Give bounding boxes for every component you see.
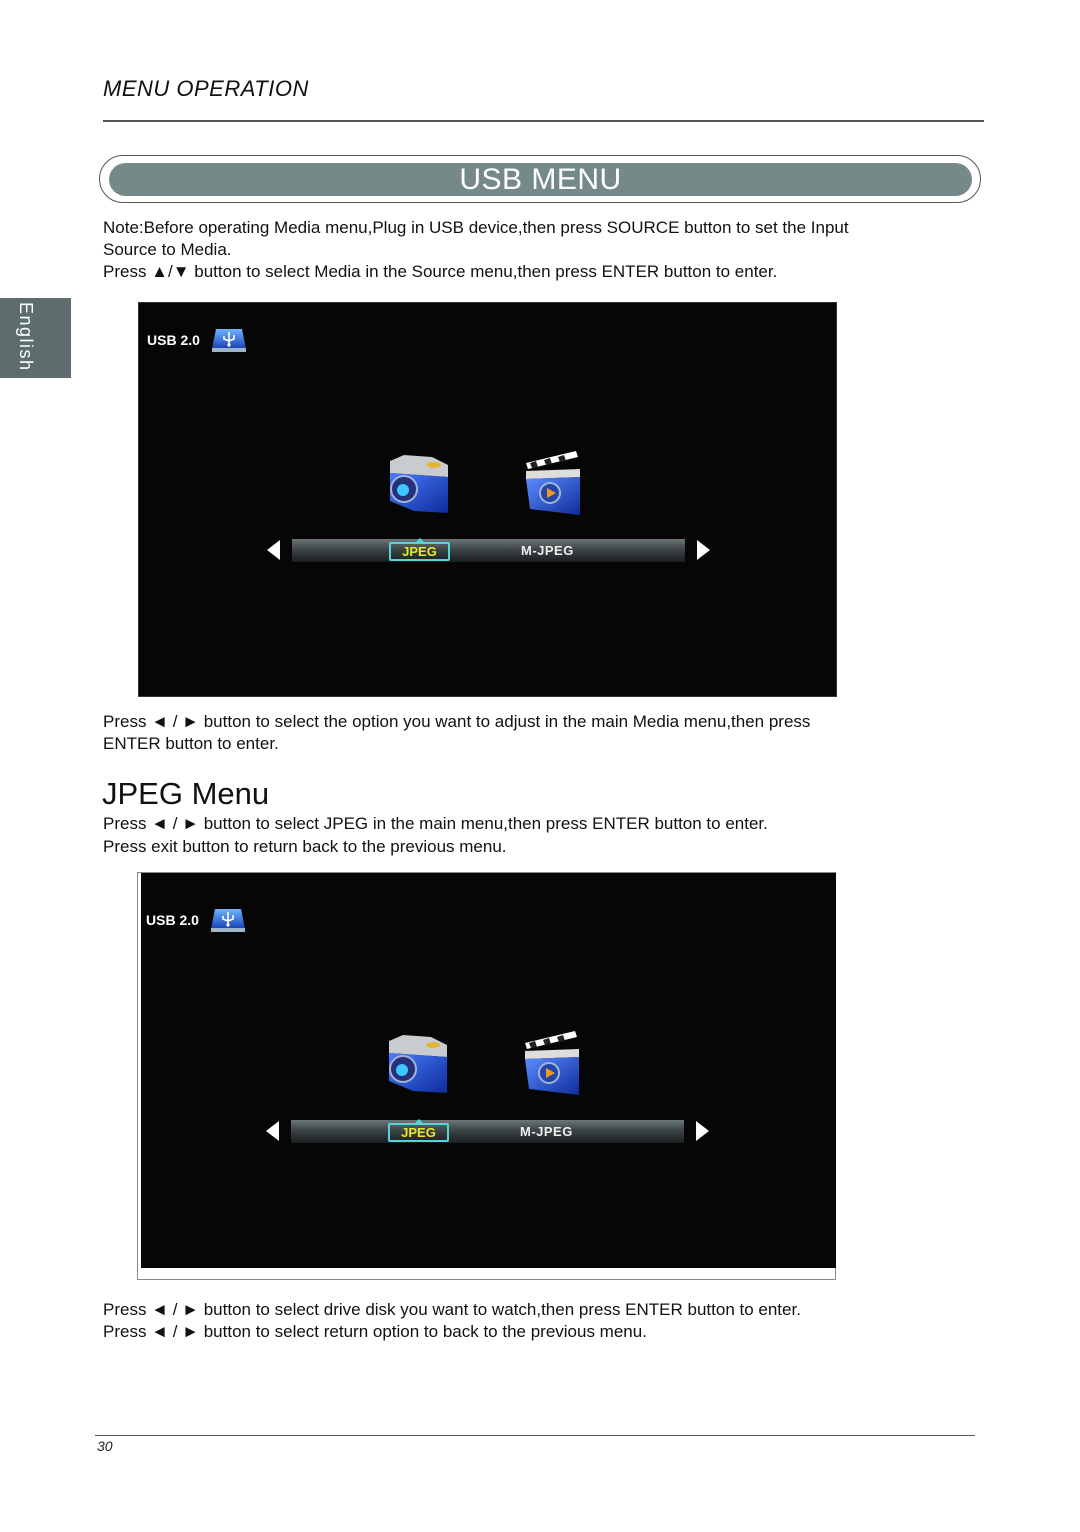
banner-title: USB MENU	[459, 162, 622, 196]
camera-icon[interactable]	[383, 1031, 451, 1099]
right-arrow-icon[interactable]	[697, 540, 710, 560]
intro-note-line1: Note:Before operating Media menu,Plug in…	[103, 218, 849, 237]
media-menu-screenshot-1: USB 2.0 JPEG M-JPEG	[138, 302, 837, 697]
right-arrow-icon[interactable]	[696, 1121, 709, 1141]
intro-note-line2: Source to Media.	[103, 240, 232, 259]
section-title: MENU OPERATION	[103, 76, 309, 101]
option-jpeg[interactable]: JPEG	[389, 538, 450, 561]
jpeg-section-line1: Press ◄ / ► button to select JPEG in the…	[103, 814, 768, 833]
jpeg-menu-heading: JPEG Menu	[102, 776, 270, 811]
page-number: 30	[97, 1438, 113, 1454]
after-screen1-line1: Press ◄ / ► button to select the option …	[103, 712, 811, 731]
film-clapper-icon[interactable]	[522, 449, 590, 517]
usb-drive-icon	[211, 909, 245, 932]
selection-caret-icon	[415, 538, 425, 543]
media-option-bar: JPEG M-JPEG	[292, 538, 685, 562]
usb-label: USB 2.0	[146, 912, 199, 928]
media-menu-screenshot-2: USB 2.0 JPEG M-JPEG	[141, 873, 836, 1268]
banner-fill: USB MENU	[109, 163, 972, 196]
option-mjpeg[interactable]: M-JPEG	[521, 543, 574, 558]
option-jpeg[interactable]: JPEG	[388, 1119, 449, 1142]
media-option-bar: JPEG M-JPEG	[291, 1119, 684, 1143]
camera-icon[interactable]	[384, 451, 452, 519]
usb-label: USB 2.0	[147, 332, 200, 348]
after-screen1-line2: ENTER button to enter.	[103, 734, 279, 753]
film-clapper-icon[interactable]	[521, 1029, 589, 1097]
after-screen2-line1: Press ◄ / ► button to select drive disk …	[103, 1300, 801, 1319]
left-arrow-icon[interactable]	[266, 1121, 279, 1141]
after-screen2-line2: Press ◄ / ► button to select return opti…	[103, 1322, 647, 1341]
jpeg-section-line2: Press exit button to return back to the …	[103, 837, 507, 856]
option-mjpeg[interactable]: M-JPEG	[520, 1124, 573, 1139]
language-label: English	[16, 302, 36, 372]
intro-press-line: Press ▲/▼ button to select Media in the …	[103, 262, 778, 281]
option-jpeg-label: JPEG	[401, 1125, 436, 1140]
selection-caret-icon	[414, 1119, 424, 1124]
usb-menu-banner: USB MENU	[99, 155, 981, 203]
top-divider	[103, 120, 984, 122]
left-arrow-icon[interactable]	[267, 540, 280, 560]
bottom-divider	[95, 1435, 975, 1436]
option-jpeg-label: JPEG	[402, 544, 437, 559]
language-side-tab: English	[0, 298, 71, 378]
usb-drive-icon	[212, 329, 246, 352]
